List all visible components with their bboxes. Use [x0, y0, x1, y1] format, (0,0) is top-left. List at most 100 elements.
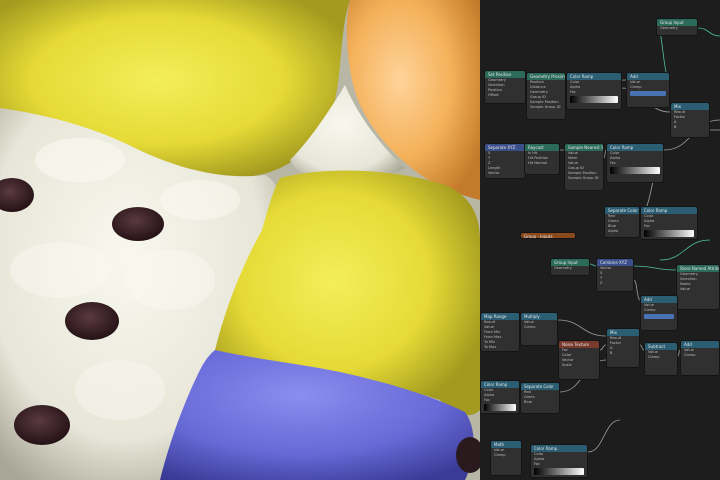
node-socket-label: Scale: [562, 363, 572, 367]
node-socket-label: Clamp: [630, 85, 642, 89]
node-math-c[interactable]: Multiply Value Clamp: [520, 312, 558, 346]
node-mix-b[interactable]: Mix Result Factor A B: [606, 328, 640, 368]
node-header[interactable]: Group - Inputs: [521, 233, 575, 238]
node-socket-label: Alpha: [608, 229, 619, 233]
color-ramp-gradient[interactable]: [610, 167, 660, 174]
node-socket-label: Hit Normal: [528, 161, 548, 165]
node-sample-nearest[interactable]: Sample Nearest SurfaceValueMeshValueGrou…: [564, 143, 604, 191]
node-header[interactable]: Set Position: [485, 71, 525, 78]
render-viewport: [0, 0, 480, 480]
node-frame-label[interactable]: Group - Inputs: [520, 232, 576, 239]
tuft-button-4: [14, 405, 70, 445]
color-ramp-gradient[interactable]: [484, 404, 516, 411]
node-socket-label: B: [674, 125, 677, 129]
tuft-button-3: [65, 302, 119, 340]
node-color-ramp-d[interactable]: Color Ramp Color Alpha Fac: [480, 380, 520, 414]
node-socket-label: Clamp: [524, 325, 536, 329]
node-header[interactable]: Group Input: [551, 259, 589, 266]
node-socket-label: B: [610, 351, 613, 355]
node-socket-label: Fac: [534, 462, 540, 466]
node-header[interactable]: Store Named Attribute: [677, 265, 719, 272]
node-header[interactable]: Geometry Proximity: [527, 73, 565, 80]
operation-dropdown[interactable]: [630, 91, 666, 96]
node-color-ramp-b[interactable]: Color Ramp Color Alpha Fac: [606, 143, 664, 183]
node-group-input-top[interactable]: Group Input Geometry: [656, 18, 698, 36]
node-subtract[interactable]: Subtract Value Clamp: [644, 342, 678, 376]
node-socket-label: Clamp: [644, 308, 656, 312]
node-socket-label: Clamp: [648, 355, 660, 359]
cushion-render: [0, 0, 480, 480]
node-header[interactable]: Math: [491, 441, 521, 448]
node-group-input-mid[interactable]: Group Input Geometry: [550, 258, 590, 276]
node-geometry-proximity[interactable]: Geometry ProximityPositionDistanceGeomet…: [526, 72, 566, 120]
node-header[interactable]: Separate XYZ: [485, 144, 525, 151]
node-link: [697, 27, 720, 37]
operation-dropdown[interactable]: [644, 314, 674, 319]
node-socket-label: Sample Group ID: [568, 176, 599, 180]
node-header[interactable]: Color Ramp: [641, 207, 697, 214]
node-noise-tex[interactable]: Noise Texture Fac Color Vector Scale: [558, 340, 600, 380]
color-ramp-gradient[interactable]: [570, 96, 618, 103]
node-socket-label: Clamp: [494, 453, 506, 457]
node-math-a[interactable]: Add Value Clamp: [626, 72, 670, 108]
node-header[interactable]: Mix: [671, 103, 709, 110]
node-header[interactable]: Add: [641, 296, 677, 303]
node-link: [587, 419, 621, 453]
node-socket-label: Fac: [610, 161, 616, 165]
node-math-b[interactable]: Add Value Clamp: [640, 295, 678, 331]
node-header[interactable]: Map Range: [481, 313, 519, 320]
node-combine-xyz[interactable]: Combine XYZ Vector X Y Z: [596, 258, 634, 292]
cream-highlight: [75, 360, 165, 420]
node-header[interactable]: Add: [681, 341, 719, 348]
node-store-attr[interactable]: Store Named AttributeGeometrySelectionNa…: [676, 264, 720, 310]
node-socket-label: Offset: [488, 93, 499, 97]
node-socket-label: Clamp: [684, 353, 696, 357]
cream-highlight: [125, 250, 215, 310]
node-header[interactable]: Separate Color: [521, 383, 559, 390]
node-math-d[interactable]: Add Value Clamp: [680, 340, 720, 376]
node-separate-xyz[interactable]: Separate XYZ X Y Z Length Vector: [484, 143, 526, 179]
color-ramp-gradient[interactable]: [644, 230, 694, 237]
node-socket-label: Sample Group ID: [530, 105, 561, 109]
node-header[interactable]: Color Ramp: [607, 144, 663, 151]
node-map-range[interactable]: Map Range Result Value From Min From Max To M…: [480, 312, 520, 352]
node-socket-label: To Max: [484, 345, 497, 349]
node-separate-color[interactable]: Separate Color Red Green Blue Alpha: [604, 206, 640, 238]
node-header[interactable]: Subtract: [645, 343, 677, 350]
node-header[interactable]: Raycast: [525, 144, 559, 151]
cream-highlight: [35, 138, 125, 182]
node-header[interactable]: Color Ramp: [531, 445, 587, 452]
node-header[interactable]: Combine XYZ: [597, 259, 633, 266]
node-color-ramp-c[interactable]: Color Ramp Color Alpha Fac: [640, 206, 698, 240]
node-header[interactable]: Mix: [607, 329, 639, 336]
node-mix-a[interactable]: Mix Result Factor A B: [670, 102, 710, 138]
node-socket-label: Fac: [484, 398, 490, 402]
node-editor[interactable]: Group Input Geometry Set Position Geometry S…: [480, 0, 720, 480]
node-link: [659, 239, 711, 261]
node-separate-color-b[interactable]: Separate Color Red Green Blue: [520, 382, 560, 414]
node-math-e[interactable]: Math Value Clamp: [490, 440, 522, 476]
node-header[interactable]: Multiply: [521, 313, 557, 320]
color-ramp-gradient[interactable]: [534, 468, 584, 475]
node-header[interactable]: Color Ramp: [481, 381, 519, 388]
node-socket-label: Blue: [524, 400, 532, 404]
node-header[interactable]: Noise Texture: [559, 341, 599, 348]
tuft-button-2: [112, 207, 164, 241]
node-header[interactable]: Add: [627, 73, 669, 80]
node-color-ramp-e[interactable]: Color Ramp Color Alpha Fac: [530, 444, 588, 478]
node-header[interactable]: Sample Nearest Surface: [565, 144, 603, 151]
node-socket-label: Value: [680, 287, 690, 291]
node-set-position[interactable]: Set Position Geometry Selection Position Off…: [484, 70, 526, 104]
node-link: [557, 319, 607, 337]
cream-highlight: [160, 180, 240, 220]
node-color-ramp-a[interactable]: Color Ramp Color Alpha Fac: [566, 72, 622, 110]
node-socket-label: Z: [600, 281, 603, 285]
node-link: [633, 265, 677, 271]
node-header[interactable]: Color Ramp: [567, 73, 621, 80]
node-header[interactable]: Group Input: [657, 19, 697, 26]
node-raycast[interactable]: Raycast Is Hit Hit Position Hit Normal: [524, 143, 560, 175]
node-socket-label: Vector: [488, 171, 500, 175]
cream-highlight: [10, 242, 110, 298]
node-header[interactable]: Separate Color: [605, 207, 639, 214]
node-socket-label: Fac: [570, 90, 576, 94]
